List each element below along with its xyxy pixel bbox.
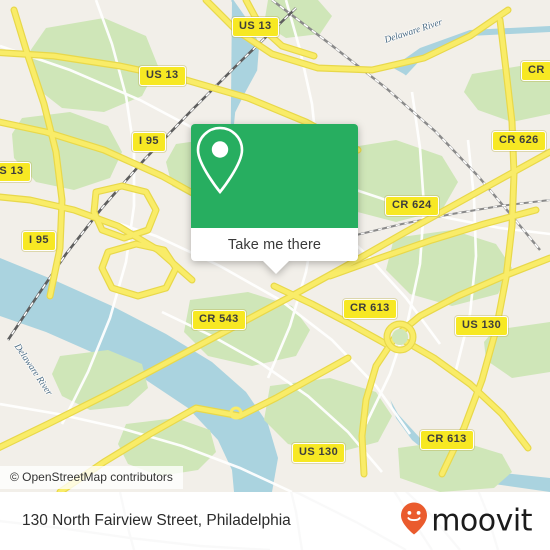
- map-screen: US 13 US 13 I 95 US 13 I 95 CR CR 626 CR…: [0, 0, 550, 550]
- address-label: 130 North Fairview Street, Philadelphia: [22, 512, 291, 529]
- road-shield: I 95: [132, 132, 166, 152]
- road-shield: CR 624: [385, 196, 439, 216]
- moovit-wordmark: moovit: [431, 503, 532, 538]
- map-canvas[interactable]: US 13 US 13 I 95 US 13 I 95 CR CR 626 CR…: [0, 0, 550, 492]
- callout-tail: [262, 260, 290, 274]
- road-shield: CR 613: [343, 299, 397, 319]
- road-shield: US 130: [455, 316, 509, 336]
- road-shield: CR 543: [192, 310, 246, 330]
- moovit-logo[interactable]: moovit: [399, 502, 532, 541]
- road-shield: US 13: [232, 17, 279, 37]
- road-shield: US 130: [292, 443, 346, 463]
- callout-icon-area: [191, 124, 358, 228]
- road-shield: US 13: [0, 162, 31, 182]
- road-shield: US 13: [139, 66, 186, 86]
- road-shield: CR 626: [492, 131, 546, 151]
- road-shield: CR 613: [420, 430, 474, 450]
- footer-bar: 130 North Fairview Street, Philadelphia …: [0, 492, 550, 550]
- osm-attribution[interactable]: © OpenStreetMap contributors: [0, 466, 183, 489]
- road-shield: CR: [521, 61, 550, 81]
- moovit-pin-smile-icon: [399, 502, 429, 541]
- callout-cta-area[interactable]: Take me there: [191, 228, 358, 261]
- road-shield: I 95: [22, 231, 56, 251]
- location-callout-card[interactable]: Take me there: [191, 124, 358, 274]
- take-me-there-label: Take me there: [227, 236, 322, 253]
